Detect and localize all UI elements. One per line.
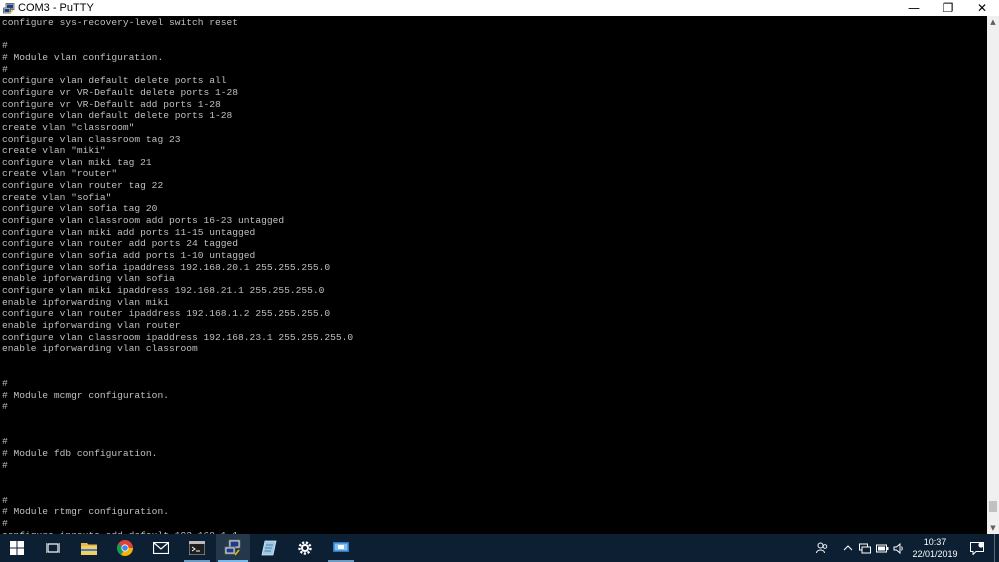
chrome-icon: [117, 540, 133, 556]
monitor-icon: [333, 542, 349, 552]
people-icon: [816, 542, 828, 554]
chevron-up-icon: [843, 545, 853, 551]
network-tray-icon[interactable]: [857, 534, 873, 562]
terminal-line: configure vlan router tag 22: [2, 180, 164, 192]
terminal-line: #: [2, 436, 8, 448]
gear-icon: [298, 541, 312, 555]
terminal-line: configure vr VR-Default delete ports 1-2…: [2, 86, 239, 98]
volume-icon: [893, 542, 903, 554]
terminal-icon: [189, 541, 205, 555]
terminal-line: configure vlan miki ipaddress 192.168.21…: [2, 284, 325, 296]
terminal-line: configure vlan router ipaddress 192.168.…: [2, 308, 331, 320]
scroll-up-arrow[interactable]: ▲: [987, 16, 999, 28]
task-view-button[interactable]: [36, 534, 70, 562]
taskbar: 10:37 22/01/2019: [0, 534, 999, 562]
terminal-line: create vlan "classroom": [2, 121, 135, 133]
task-view-icon: [46, 543, 60, 553]
terminal-line: configure vlan sofia ipaddress 192.168.2…: [2, 261, 331, 273]
minimize-button[interactable]: —: [897, 0, 931, 16]
clock-time: 10:37: [923, 537, 947, 547]
battery-tray-icon[interactable]: [874, 534, 890, 562]
vertical-scrollbar[interactable]: ▲ ▼: [987, 16, 999, 534]
show-desktop-button[interactable]: [994, 534, 995, 562]
terminal-line: configure vlan sofia tag 20: [2, 203, 158, 215]
window-title-bar[interactable]: COM3 - PuTTY — ❐ ✕: [0, 0, 999, 16]
restore-button[interactable]: ❐: [931, 0, 965, 16]
terminal-line: configure vlan classroom tag 23: [2, 133, 181, 145]
action-center-button[interactable]: [966, 534, 988, 562]
terminal-line: #: [2, 494, 8, 506]
system-clock[interactable]: 10:37 22/01/2019: [908, 536, 962, 560]
network-icon: [859, 543, 871, 553]
terminal-line: # Module mcmgr configuration.: [2, 389, 169, 401]
putty-taskbar-button[interactable]: [216, 534, 250, 562]
tray-overflow-chevron[interactable]: [840, 534, 856, 562]
folder-icon: [81, 543, 97, 555]
battery-icon: [875, 544, 888, 552]
mail-icon: [153, 542, 169, 554]
terminal-line: enable ipforwarding vlan classroom: [2, 343, 198, 355]
window-title: COM3 - PuTTY: [18, 2, 94, 14]
putty-icon: [224, 539, 241, 556]
mail-button[interactable]: [144, 534, 178, 562]
clock-date: 22/01/2019: [912, 549, 958, 559]
close-button[interactable]: ✕: [965, 0, 999, 16]
terminal-line: create vlan "sofia": [2, 191, 112, 203]
remote-app-button[interactable]: [324, 534, 358, 562]
terminal-line: configure vlan default delete ports 1-28: [2, 110, 233, 122]
terminal-line: enable ipforwarding vlan miki: [2, 296, 169, 308]
terminal-output[interactable]: configure sys-recovery-level switch rese…: [0, 16, 987, 534]
terminal-line: configure vlan sofia add ports 1-10 unta…: [2, 250, 256, 261]
volume-tray-icon[interactable]: [891, 534, 907, 562]
scroll-down-arrow[interactable]: ▼: [987, 522, 999, 534]
file-explorer-button[interactable]: [72, 534, 106, 562]
notes-app-button[interactable]: [252, 534, 286, 562]
terminal-line: # Module rtmgr configuration.: [2, 506, 169, 518]
terminal-line: #: [2, 401, 8, 413]
terminal-line: configure vlan miki add ports 11-15 unta…: [2, 226, 256, 238]
terminal-line: # Module fdb configuration.: [2, 448, 158, 460]
terminal-line: #: [2, 378, 8, 390]
windows-logo-icon: [10, 541, 24, 555]
terminal-line: #: [2, 459, 8, 471]
terminal-line: configure vlan router add ports 24 tagge…: [2, 238, 239, 250]
scroll-thumb[interactable]: [989, 501, 997, 512]
putty-app-icon[interactable]: [3, 2, 15, 14]
terminal-line: configure vlan default delete ports all: [2, 75, 227, 87]
terminal-line: configure vlan classroom add ports 16-23…: [2, 215, 285, 227]
notepad-icon: [261, 540, 277, 556]
terminal-line: create vlan "router": [2, 168, 118, 180]
window-controls: — ❐ ✕: [897, 0, 999, 16]
chrome-button[interactable]: [108, 534, 142, 562]
terminal-line: configure vr VR-Default add ports 1-28: [2, 98, 221, 110]
terminal-line: create vlan "miki": [2, 145, 106, 157]
terminal-line: enable ipforwarding vlan sofia: [2, 273, 175, 285]
terminal-line: #: [2, 40, 8, 52]
start-button[interactable]: [0, 534, 34, 562]
settings-button[interactable]: [288, 534, 322, 562]
notification-icon: [970, 541, 984, 555]
terminal-app-button[interactable]: [180, 534, 214, 562]
terminal-line: configure vlan miki tag 21: [2, 156, 152, 168]
people-button[interactable]: [814, 534, 830, 562]
terminal-line: enable ipforwarding vlan router: [2, 319, 181, 331]
terminal-line: #: [2, 517, 8, 529]
terminal-line: configure vlan classroom ipaddress 192.1…: [2, 331, 354, 343]
terminal-line: # Module vlan configuration.: [2, 51, 164, 63]
terminal-line: configure sys-recovery-level switch rese…: [2, 17, 239, 28]
terminal-line: #: [2, 63, 8, 75]
